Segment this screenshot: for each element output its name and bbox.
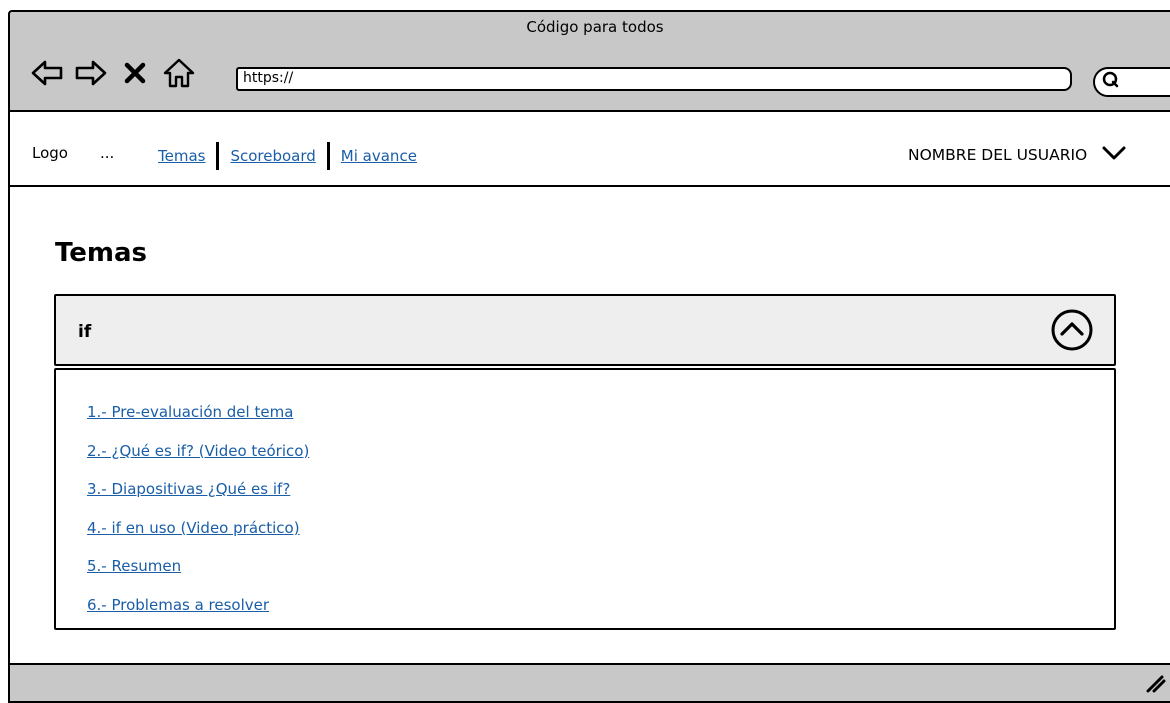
logo: Logo	[32, 144, 68, 162]
topic-link-problemas[interactable]: 6.- Problemas a resolver	[87, 596, 269, 614]
resize-grip-icon[interactable]	[1144, 671, 1166, 697]
browser-nav-buttons	[30, 56, 196, 90]
nav-link-mi-avance[interactable]: Mi avance	[341, 147, 417, 165]
browser-window: Código para todos https:// Logo ... Tema…	[0, 0, 1170, 703]
list-item: 2.- ¿Qué es if? (Video teórico)	[87, 442, 309, 481]
list-item: 3.- Diapositivas ¿Qué es if?	[87, 480, 309, 519]
close-x-icon[interactable]	[118, 56, 152, 90]
header-ellipsis: ...	[100, 144, 115, 162]
list-item: 5.- Resumen	[87, 557, 309, 596]
topic-link-diapositivas[interactable]: 3.- Diapositivas ¿Qué es if?	[87, 480, 290, 498]
topic-link-video-teorico[interactable]: 2.- ¿Qué es if? (Video teórico)	[87, 442, 309, 460]
page-title: Temas	[55, 238, 148, 268]
main-nav: Temas Scoreboard Mi avance	[158, 142, 417, 170]
browser-search-box[interactable]	[1093, 67, 1170, 97]
back-arrow-icon[interactable]	[30, 56, 64, 90]
topic-link-video-practico[interactable]: 4.- if en uso (Video práctico)	[87, 519, 300, 537]
forward-arrow-icon[interactable]	[74, 56, 108, 90]
app-header: Logo ... Temas Scoreboard Mi avance NOMB…	[8, 112, 1170, 187]
accordion-panel: 1.- Pre-evaluación del tema 2.- ¿Qué es …	[54, 368, 1116, 630]
list-item: 6.- Problemas a resolver	[87, 596, 309, 635]
accordion-title: if	[78, 322, 92, 342]
list-item: 4.- if en uso (Video práctico)	[87, 519, 309, 558]
nav-divider	[326, 142, 330, 170]
nav-link-temas[interactable]: Temas	[158, 147, 205, 165]
search-icon	[1101, 70, 1121, 94]
address-bar[interactable]: https://	[236, 67, 1072, 91]
nav-link-scoreboard[interactable]: Scoreboard	[230, 147, 315, 165]
topic-link-resumen[interactable]: 5.- Resumen	[87, 557, 181, 575]
accordion-header[interactable]: if	[54, 294, 1116, 366]
user-name: NOMBRE DEL USUARIO	[908, 146, 1088, 164]
list-item: 1.- Pre-evaluación del tema	[87, 403, 309, 442]
chevron-down-icon	[1101, 144, 1127, 166]
chevron-up-circle-icon	[1051, 309, 1093, 351]
status-bar	[8, 663, 1170, 703]
window-title: Código para todos	[526, 18, 664, 36]
content-border	[8, 187, 10, 663]
user-menu[interactable]: NOMBRE DEL USUARIO	[908, 144, 1127, 166]
collapse-toggle-button[interactable]	[1050, 308, 1094, 352]
topic-list: 1.- Pre-evaluación del tema 2.- ¿Qué es …	[87, 403, 309, 635]
nav-divider	[216, 142, 220, 170]
browser-toolbar: Código para todos https://	[8, 10, 1170, 112]
home-icon[interactable]	[162, 56, 196, 90]
topic-link-pre-evaluacion[interactable]: 1.- Pre-evaluación del tema	[87, 403, 293, 421]
